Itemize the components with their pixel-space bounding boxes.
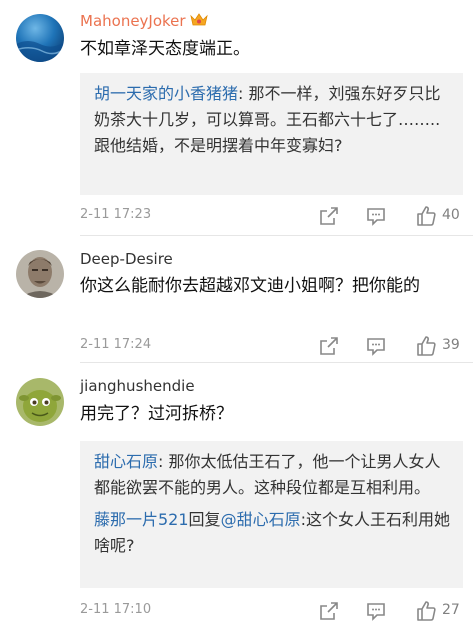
share-button[interactable] bbox=[318, 205, 340, 227]
like-count: 39 bbox=[442, 337, 460, 353]
username[interactable]: MahoneyJoker bbox=[80, 12, 208, 30]
timestamp: 2-11 17:10 bbox=[80, 602, 152, 617]
username[interactable]: jianghushendie bbox=[80, 377, 195, 395]
comment-item: MahoneyJoker 不如章泽天态度端正。 胡一天家的小香猪猪: 那不一样，… bbox=[0, 0, 473, 236]
comment-icon bbox=[367, 208, 385, 226]
reply: 藤那一片521回复@甜心石原:这个女人王石利用她啥呢? bbox=[94, 507, 451, 559]
username-text[interactable]: MahoneyJoker bbox=[80, 12, 186, 30]
timestamp: 2-11 17:23 bbox=[80, 207, 152, 222]
comment-meta: 2-11 17:23 40 bbox=[80, 205, 461, 227]
thumbs-up-icon bbox=[417, 336, 436, 356]
comment-text: 不如章泽天态度端正。 bbox=[80, 39, 250, 59]
reply-box[interactable]: 甜心石原: 那你太低估王石了，他一个让男人女人都能欲罢不能的男人。这种段位都是互… bbox=[80, 441, 463, 588]
reply: 胡一天家的小香猪猪: 那不一样，刘强东好歹只比奶茶大十几岁，可以算哥。王石都六十… bbox=[94, 81, 451, 159]
comment-item: jianghushendie 用完了？过河拆桥？ 甜心石原: 那你太低估王石了，… bbox=[0, 363, 473, 633]
like-button[interactable] bbox=[415, 205, 437, 227]
comment-button[interactable] bbox=[365, 205, 387, 227]
reply-separator: : bbox=[158, 452, 169, 471]
comment-item: Deep-Desire 你这么能耐你去超越邓文迪小姐啊？把你能的 2-11 17… bbox=[0, 236, 473, 363]
comment-text: 你这么能耐你去超越邓文迪小姐啊？把你能的 bbox=[80, 276, 420, 296]
comment-button[interactable] bbox=[365, 600, 387, 622]
comment-meta: 2-11 17:24 39 bbox=[80, 335, 461, 357]
avatar[interactable] bbox=[16, 250, 64, 298]
thumbs-up-icon bbox=[417, 206, 436, 226]
share-icon bbox=[320, 337, 338, 355]
like-count: 27 bbox=[442, 602, 460, 618]
vip-crown-icon bbox=[189, 13, 208, 27]
reply-author-link[interactable]: 甜心石原 bbox=[94, 452, 158, 471]
timestamp: 2-11 17:24 bbox=[80, 337, 152, 352]
username[interactable]: Deep-Desire bbox=[80, 250, 173, 268]
mention-link[interactable]: @甜心石原 bbox=[221, 510, 301, 529]
share-icon bbox=[320, 602, 338, 620]
comment-meta: 2-11 17:10 27 bbox=[80, 600, 461, 622]
reply-label: 回复 bbox=[188, 510, 221, 529]
thumbs-up-icon bbox=[417, 601, 436, 621]
avatar[interactable] bbox=[16, 378, 64, 426]
like-button[interactable] bbox=[415, 335, 437, 357]
comment-button[interactable] bbox=[365, 335, 387, 357]
like-button[interactable] bbox=[415, 600, 437, 622]
like-count: 40 bbox=[442, 207, 460, 223]
share-button[interactable] bbox=[318, 335, 340, 357]
comment-icon bbox=[367, 603, 385, 621]
reply-author-link[interactable]: 藤那一片521 bbox=[94, 510, 189, 529]
comment-text: 用完了？过河拆桥？ bbox=[80, 404, 233, 424]
share-button[interactable] bbox=[318, 600, 340, 622]
reply-box[interactable]: 胡一天家的小香猪猪: 那不一样，刘强东好歹只比奶茶大十几岁，可以算哥。王石都六十… bbox=[80, 73, 463, 195]
avatar[interactable] bbox=[16, 14, 64, 62]
share-icon bbox=[320, 207, 338, 225]
reply: 甜心石原: 那你太低估王石了，他一个让男人女人都能欲罢不能的男人。这种段位都是互… bbox=[94, 449, 451, 501]
comment-icon bbox=[367, 338, 385, 356]
reply-author-link[interactable]: 胡一天家的小香猪猪 bbox=[94, 84, 238, 103]
reply-separator: : bbox=[238, 84, 249, 103]
